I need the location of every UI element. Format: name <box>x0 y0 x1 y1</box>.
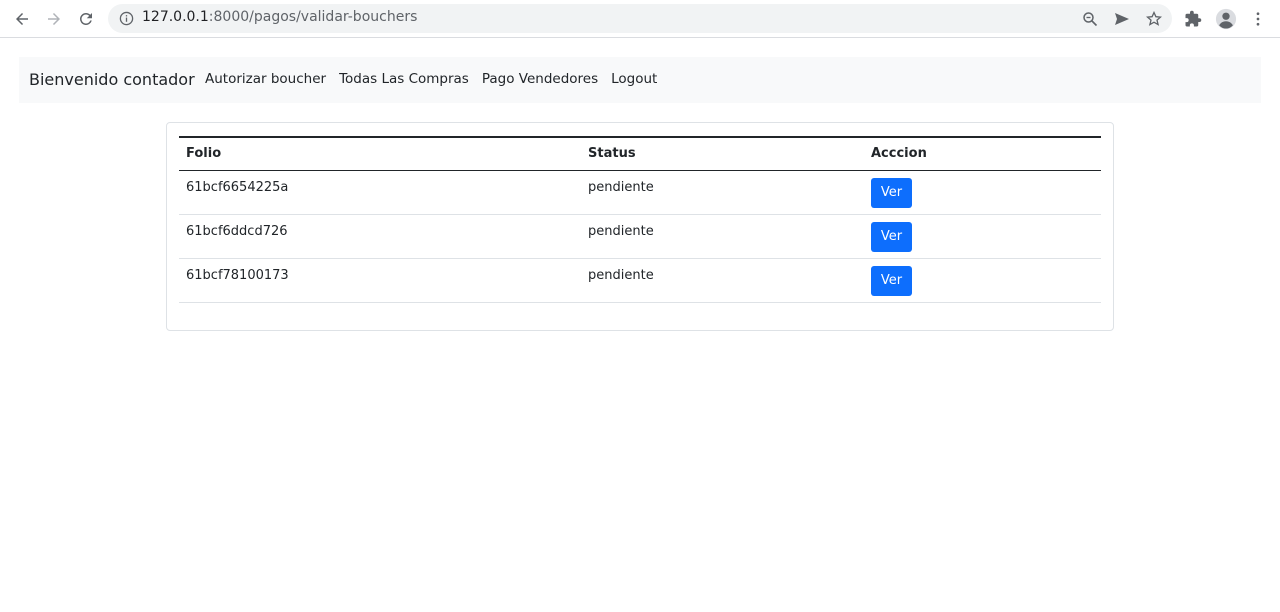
cell-folio: 61bcf6654225a <box>179 170 581 215</box>
send-icon <box>1114 12 1129 25</box>
reload-icon <box>79 12 92 25</box>
cell-folio: 61bcf78100173 <box>179 258 581 303</box>
header-status: Status <box>588 146 636 162</box>
cell-action: Ver <box>864 214 1101 259</box>
nav-link-logout[interactable]: Logout <box>611 71 657 87</box>
cell-status: pendiente <box>581 214 864 259</box>
send-button[interactable] <box>1113 10 1130 27</box>
profile-button[interactable] <box>1215 8 1237 30</box>
browser-menu-button[interactable] <box>1247 8 1269 30</box>
kebab-menu-icon <box>1256 12 1260 26</box>
puzzle-icon <box>1185 10 1202 27</box>
cell-action: Ver <box>864 258 1101 303</box>
bouchers-table: Folio Status Acccion 61bcf6654225a pendi… <box>179 136 1101 303</box>
url-text: 127.0.0.1:8000/pagos/validar-bouchers <box>142 9 417 25</box>
nav-link-autorizar-boucher[interactable]: Autorizar boucher <box>205 71 326 87</box>
bookmark-button[interactable] <box>1145 10 1162 27</box>
cell-folio: 61bcf6ddcd726 <box>179 214 581 259</box>
nav-link-pago-vendedores[interactable]: Pago Vendedores <box>482 71 598 87</box>
zoom-button[interactable] <box>1081 10 1098 27</box>
cell-status: pendiente <box>581 170 864 215</box>
bouchers-card: Folio Status Acccion 61bcf6654225a pendi… <box>166 122 1114 331</box>
zoom-icon <box>1082 11 1097 26</box>
reload-button[interactable] <box>74 7 98 31</box>
arrow-left-icon <box>16 13 28 25</box>
nav-links: Autorizar boucher Todas Las Compras Pago… <box>205 71 657 87</box>
browser-toolbar: 127.0.0.1:8000/pagos/validar-bouchers <box>0 0 1280 38</box>
table-row: 61bcf78100173 pendiente Ver <box>179 258 1101 303</box>
extensions-button[interactable] <box>1182 8 1204 30</box>
header-accion: Acccion <box>871 146 927 162</box>
back-button[interactable] <box>10 7 34 31</box>
table-row: 61bcf6654225a pendiente Ver <box>179 170 1101 215</box>
ver-button[interactable]: Ver <box>871 265 912 296</box>
url-path: :8000/pagos/validar-bouchers <box>208 9 418 25</box>
nav-link-todas-las-compras[interactable]: Todas Las Compras <box>339 71 469 87</box>
url-host: 127.0.0.1 <box>142 9 209 25</box>
table-row: 61bcf6ddcd726 pendiente Ver <box>179 214 1101 259</box>
table-header-row: Folio Status Acccion <box>179 137 1101 170</box>
cell-status: pendiente <box>581 258 864 303</box>
arrow-right-icon <box>48 13 60 25</box>
navbar-brand[interactable]: Bienvenido contador <box>29 70 195 89</box>
cell-action: Ver <box>864 170 1101 215</box>
avatar-icon <box>1215 8 1237 30</box>
info-icon[interactable] <box>119 11 134 26</box>
ver-button[interactable]: Ver <box>871 177 912 208</box>
main-navbar: Bienvenido contador Autorizar boucher To… <box>19 57 1261 103</box>
ver-button[interactable]: Ver <box>871 221 912 252</box>
forward-button[interactable] <box>42 7 66 31</box>
star-icon <box>1145 10 1162 26</box>
address-bar[interactable]: 127.0.0.1:8000/pagos/validar-bouchers <box>108 4 1172 33</box>
header-folio: Folio <box>186 146 222 162</box>
